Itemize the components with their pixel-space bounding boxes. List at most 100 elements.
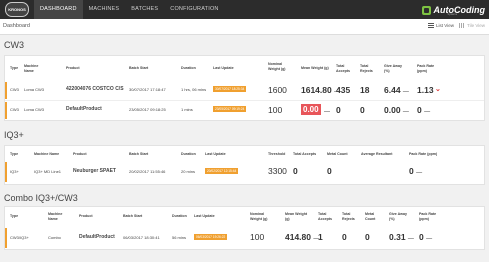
dash: — bbox=[402, 89, 409, 95]
cell-metal-count: 0 bbox=[365, 232, 370, 242]
list-view-button[interactable]: List View bbox=[428, 23, 454, 28]
dash: — bbox=[424, 109, 431, 115]
view-switcher: List View Tile View bbox=[423, 23, 485, 28]
tile-view-label: Tile View bbox=[466, 23, 485, 28]
list-view-label: List View bbox=[436, 23, 454, 28]
cell-give-away: 0.31 — bbox=[389, 232, 414, 242]
col-mean-weight: Mean Weight (g) bbox=[285, 212, 308, 221]
col-total-accepts: Total Accepts bbox=[318, 212, 332, 221]
col-type: Type bbox=[10, 214, 19, 218]
col-mean-weight: Mean Weight (g) bbox=[301, 66, 329, 70]
col-batch-start: Batch Start bbox=[129, 66, 149, 70]
row-status-bar bbox=[5, 102, 7, 119]
sub-header: Dashboard List View Tile View bbox=[0, 19, 489, 35]
cell-type: CW3 bbox=[10, 107, 19, 112]
cell-rejects: 0 bbox=[342, 232, 347, 242]
col-total-accepts: Total Accepts bbox=[293, 152, 317, 156]
cell-mean: 1614.80 — bbox=[301, 85, 340, 95]
row-status-bar bbox=[5, 162, 7, 182]
give-away-value: 0.00 bbox=[384, 105, 401, 115]
col-give-away: Give Away (%) bbox=[389, 212, 407, 221]
col-type: Type bbox=[10, 66, 19, 70]
col-average-resultant: Average Resultant bbox=[361, 152, 393, 156]
tab-configuration[interactable]: CONFIGURATION bbox=[164, 0, 224, 19]
iq3-table: Type Machine Name Product Batch Start Du… bbox=[4, 145, 485, 185]
dash: — bbox=[324, 105, 330, 115]
col-machine-name: Machine Name bbox=[48, 212, 63, 221]
cell-product: 422004076 COSTCO C/S bbox=[66, 86, 124, 92]
col-machine-name: Machine Name bbox=[24, 64, 39, 73]
cell-machine: Combo bbox=[48, 235, 61, 240]
chevron-down-icon: ⌄ bbox=[435, 86, 441, 93]
col-give-away: Give Away (%) bbox=[384, 64, 402, 73]
cell-nominal: 1600 bbox=[268, 85, 287, 95]
cell-pack-rate: 0 — bbox=[409, 166, 422, 176]
dash: — bbox=[416, 170, 423, 176]
col-nominal-weight: Nominal Weight (g) bbox=[268, 62, 286, 71]
col-metal-count: Metal Count bbox=[365, 212, 376, 221]
cell-duration: 20 mins bbox=[181, 169, 196, 174]
col-duration: Duration bbox=[172, 214, 187, 218]
cell-machine: Loma CW3 bbox=[24, 87, 45, 92]
section-title-cw3: CW3 bbox=[4, 40, 24, 50]
col-pack-rate: Pack Rate (ppm) bbox=[409, 152, 438, 156]
give-away-value: 6.44 bbox=[384, 85, 401, 95]
autocoding-logo-icon bbox=[421, 5, 431, 15]
cell-pack-rate: 0 — bbox=[419, 232, 432, 242]
cell-machine: Loma CW3 bbox=[24, 107, 45, 112]
cw3-table: Type Machine Name Product Batch Start Du… bbox=[4, 55, 485, 121]
col-product: Product bbox=[79, 214, 93, 218]
tile-icon bbox=[458, 23, 465, 28]
row-status-bar bbox=[5, 82, 7, 99]
brand-name: AutoCoding bbox=[433, 5, 485, 15]
tile-view-button[interactable]: Tile View bbox=[458, 23, 485, 28]
col-type: Type bbox=[10, 152, 19, 156]
cell-nominal: 100 bbox=[250, 232, 265, 242]
dash: — bbox=[407, 236, 414, 242]
tab-batches[interactable]: BATCHES bbox=[125, 0, 164, 19]
cell-nominal: 100 bbox=[268, 105, 283, 115]
col-total-accepts: Total Accepts bbox=[336, 64, 350, 73]
last-update-badge: 20/02/2017 12:15:44 bbox=[205, 168, 239, 174]
cell-batch-start: 23/05/2017 09:18:25 bbox=[129, 107, 166, 112]
dash-glyph: — bbox=[324, 109, 330, 115]
col-product: Product bbox=[66, 66, 80, 70]
last-update-badge: 30/07/2017 18:25:34 bbox=[213, 86, 247, 92]
cell-product: DefaultProduct bbox=[66, 106, 102, 112]
last-update-badge: 23/05/2017 09:19:24 bbox=[213, 106, 247, 112]
col-pack-rate: Pack Rate (ppm) bbox=[419, 212, 437, 221]
kronos-logo[interactable]: KRONOS bbox=[5, 2, 29, 17]
col-threshold: Threshold bbox=[268, 152, 286, 156]
dash: — bbox=[426, 236, 433, 242]
pack-rate-value: 0 bbox=[419, 232, 424, 242]
main-nav: DASHBOARD MACHINES BATCHES CONFIGURATION bbox=[34, 0, 225, 19]
col-last-update: Last Update bbox=[213, 66, 234, 70]
cell-batch-start: 30/07/2017 17:18:47 bbox=[129, 87, 166, 92]
cell-duration: 1 hrs, 06 mins bbox=[181, 87, 207, 92]
row-status-bar bbox=[5, 228, 7, 248]
col-pack-rate: Pack Rate (ppm) bbox=[417, 64, 435, 73]
cell-rejects: 18 bbox=[360, 85, 370, 95]
tab-dashboard[interactable]: DASHBOARD bbox=[34, 0, 83, 19]
tab-machines[interactable]: MACHINES bbox=[83, 0, 126, 19]
col-last-update: Last Update bbox=[194, 214, 215, 218]
col-batch-start: Batch Start bbox=[129, 152, 149, 156]
cell-accepts: 0 bbox=[336, 105, 341, 115]
pack-rate-value: 0 bbox=[409, 166, 414, 176]
cell-accepts: 0 bbox=[293, 166, 298, 176]
row-divider bbox=[5, 100, 484, 101]
mean-weight-alert: 0.00 bbox=[301, 104, 321, 115]
col-batch-start: Batch Start bbox=[123, 214, 143, 218]
col-duration: Duration bbox=[181, 152, 196, 156]
cell-accepts: 435 bbox=[336, 85, 351, 95]
col-total-rejects: Total Rejects bbox=[342, 212, 355, 221]
list-icon bbox=[428, 23, 435, 28]
mean-value: 414.80 bbox=[285, 232, 311, 242]
col-nominal-weight: Nominal Weight (g) bbox=[250, 212, 268, 221]
dash: — bbox=[402, 109, 409, 115]
cell-type: CW3/IQ3+ bbox=[10, 235, 29, 240]
cell-rejects: 0 bbox=[360, 105, 365, 115]
section-title-iq3: IQ3+ bbox=[4, 130, 24, 140]
cell-accepts: 1 bbox=[318, 232, 323, 242]
cell-product: Neuburger SPAET bbox=[73, 168, 116, 174]
